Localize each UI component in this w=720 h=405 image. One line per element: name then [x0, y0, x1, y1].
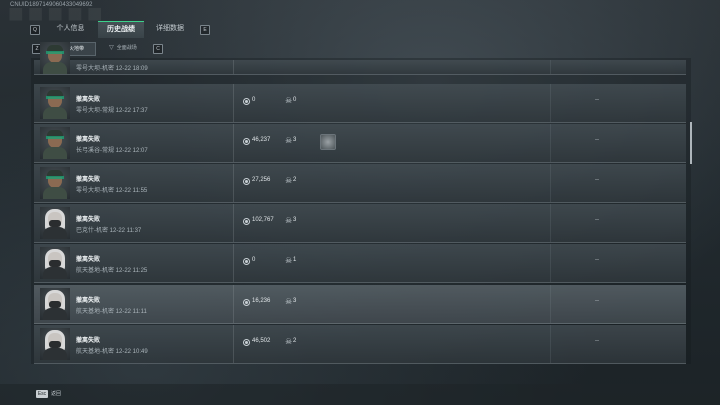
coin-icon — [243, 138, 250, 145]
skull-icon: ☠ — [285, 176, 293, 185]
kill-count: 3 — [293, 298, 297, 304]
list-item[interactable]: 零号大坝-机密 12-22 18:09 — [34, 42, 686, 75]
list-item[interactable]: 撤离失败 长弓溪谷-常规 12-22 12:07 46,237 ☠ 3 -- — [34, 124, 686, 163]
skull-icon: ☠ — [285, 256, 293, 265]
match-meta: 航天基地-机密 12-22 10:49 — [76, 349, 148, 355]
loot-value: 27,256 — [252, 177, 271, 183]
tab-history[interactable]: 历史战绩 — [98, 21, 144, 38]
match-result: 撤离失败 — [76, 177, 101, 183]
avatar — [40, 167, 70, 199]
match-meta: 零号大坝-机密 12-22 18:09 — [76, 66, 148, 72]
list-item[interactable]: 撤离失败 零号大坝-常规 12-22 17:37 0 ☠ 0 -- — [34, 84, 686, 123]
coin-icon — [243, 339, 250, 346]
match-result: 撤离失败 — [76, 338, 101, 344]
loot-value: 0 — [252, 257, 256, 263]
subtab-full-battlefield-label: 全面战场 — [116, 45, 137, 51]
avatar — [40, 247, 70, 279]
match-meta: 航天基地-机密 12-22 11:25 — [76, 268, 148, 274]
match-meta: 零号大坝-常规 12-22 17:37 — [76, 108, 148, 114]
key-hint-e: E — [200, 25, 210, 35]
kill-count: 1 — [293, 257, 297, 263]
coin-icon — [243, 218, 250, 225]
kill-count: 3 — [293, 137, 297, 143]
battlefield-icon: ▽ — [109, 45, 114, 51]
tab-detailed-data[interactable]: 详细数据 — [146, 21, 194, 37]
kill-count: 2 — [293, 177, 297, 183]
extra-info: -- — [595, 298, 599, 304]
coin-icon — [243, 258, 250, 265]
match-result: 撤离失败 — [76, 137, 101, 143]
loot-value: 16,236 — [252, 298, 271, 304]
match-meta: 航天基地-机密 12-22 11:11 — [76, 309, 147, 315]
loot-value: 46,502 — [252, 338, 271, 344]
avatar — [40, 328, 70, 360]
coin-icon — [243, 98, 250, 105]
match-meta: 零号大坝-机密 12-22 11:55 — [76, 188, 148, 194]
list-item[interactable]: 撤离失败 航天基地-机密 12-22 10:49 46,502 ☠ 2 -- — [34, 325, 686, 364]
key-hint-q: Q — [30, 25, 40, 35]
avatar — [40, 288, 70, 320]
match-result: 撤离失败 — [76, 257, 101, 263]
extra-info: -- — [595, 338, 599, 344]
avatar — [40, 127, 70, 159]
equipment-item-icon[interactable] — [320, 134, 336, 150]
extra-info: -- — [595, 217, 599, 223]
back-label[interactable]: 返回 — [51, 390, 61, 398]
esc-key-hint[interactable]: Esc — [36, 390, 48, 398]
key-hint-c: C — [153, 44, 163, 54]
coin-icon — [243, 299, 250, 306]
extra-info: -- — [595, 137, 599, 143]
match-meta: 巴克什-机密 12-22 11:37 — [76, 228, 142, 234]
extra-info: -- — [595, 97, 599, 103]
list-item[interactable]: 撤离失败 航天基地-机密 12-22 11:11 16,236 ☠ 3 -- — [34, 285, 686, 324]
skull-icon: ☠ — [285, 297, 293, 306]
kill-count: 3 — [293, 217, 297, 223]
skull-icon: ☠ — [285, 337, 293, 346]
list-item[interactable]: 撤离失败 航天基地-机密 12-22 11:25 0 ☠ 1 -- — [34, 244, 686, 283]
loot-value: 0 — [252, 97, 256, 103]
coin-icon — [243, 178, 250, 185]
avatar — [40, 207, 70, 239]
loot-value: 46,237 — [252, 137, 271, 143]
extra-info: -- — [595, 177, 599, 183]
avatar — [40, 42, 70, 74]
avatar — [40, 87, 70, 119]
list-item[interactable]: 撤离失败 零号大坝-机密 12-22 11:55 27,256 ☠ 2 -- — [34, 164, 686, 203]
match-result: 撤离失败 — [76, 97, 101, 103]
match-result: 撤离失败 — [76, 298, 101, 304]
kill-count: 0 — [293, 97, 297, 103]
top-tab-bar: Q 个人信息 历史战绩 详细数据 E — [30, 21, 212, 38]
extra-info: -- — [595, 257, 599, 263]
user-id: CNUID1897149060433049692 — [10, 2, 93, 8]
skull-icon: ☠ — [285, 96, 293, 105]
kill-count: 2 — [293, 338, 297, 344]
tab-personal-info[interactable]: 个人信息 — [44, 21, 97, 37]
bottom-bar — [0, 384, 720, 405]
scrollbar[interactable] — [690, 122, 692, 164]
skull-icon: ☠ — [285, 216, 293, 225]
loot-value: 102,767 — [252, 217, 274, 223]
subtab-full-battlefield[interactable]: ▽ 全面战场 — [98, 42, 148, 54]
match-result: 撤离失败 — [76, 217, 101, 223]
list-item[interactable]: 撤离失败 巴克什-机密 12-22 11:37 102,767 ☠ 3 -- — [34, 204, 686, 243]
skull-icon: ☠ — [285, 136, 293, 145]
match-meta: 长弓溪谷-常规 12-22 12:07 — [76, 148, 148, 154]
